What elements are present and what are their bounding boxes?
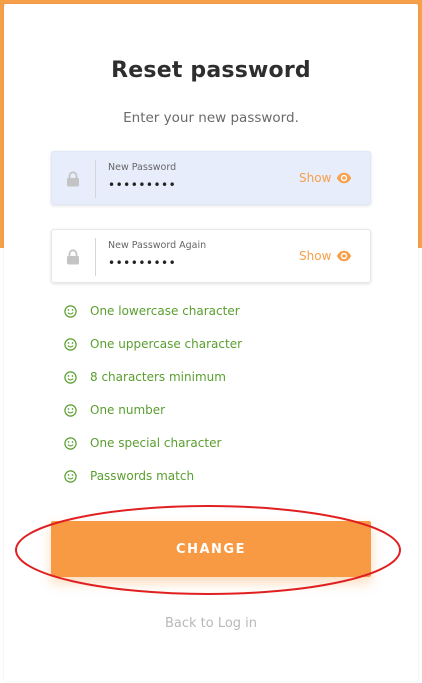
smile-icon — [64, 437, 77, 450]
lock-icon — [67, 249, 79, 265]
requirement-item: Passwords match — [64, 469, 242, 502]
new-password-input[interactable]: ••••••••• — [108, 178, 176, 192]
smile-icon — [64, 338, 77, 351]
field-divider — [95, 238, 96, 276]
eye-icon[interactable] — [336, 250, 352, 262]
new-password-label: New Password — [108, 162, 177, 173]
eye-icon[interactable] — [336, 172, 352, 184]
smile-icon — [64, 470, 77, 483]
confirm-password-label: New Password Again — [108, 240, 207, 251]
password-requirements: One lowercase character One uppercase ch… — [64, 304, 242, 502]
requirement-item: One number — [64, 403, 242, 436]
show-confirm-password-toggle[interactable]: Show — [299, 249, 331, 263]
lock-icon — [67, 171, 79, 187]
confirm-password-input[interactable]: ••••••••• — [108, 256, 176, 270]
page-subtitle: Enter your new password. — [123, 110, 299, 126]
page-title: Reset password — [111, 58, 311, 83]
requirement-text: One lowercase character — [90, 304, 240, 318]
requirement-text: One uppercase character — [90, 337, 243, 351]
requirement-item: One special character — [64, 436, 242, 469]
smile-icon — [64, 404, 77, 417]
smile-icon — [64, 371, 77, 384]
requirement-item: 8 characters minimum — [64, 370, 242, 403]
show-password-toggle[interactable]: Show — [299, 171, 331, 185]
requirement-item: One lowercase character — [64, 304, 242, 337]
new-password-field[interactable]: New Password ••••••••• Show — [51, 151, 371, 205]
requirement-text: One number — [90, 403, 166, 417]
back-to-login-link[interactable]: Back to Log in — [0, 616, 422, 631]
field-divider — [95, 160, 96, 198]
smile-icon — [64, 305, 77, 318]
confirm-password-field[interactable]: New Password Again ••••••••• Show — [51, 229, 371, 283]
requirement-text: Passwords match — [90, 469, 195, 483]
requirement-text: 8 characters minimum — [90, 370, 226, 384]
change-button[interactable]: CHANGE — [51, 521, 371, 577]
requirement-text: One special character — [90, 436, 222, 450]
requirement-item: One uppercase character — [64, 337, 242, 370]
